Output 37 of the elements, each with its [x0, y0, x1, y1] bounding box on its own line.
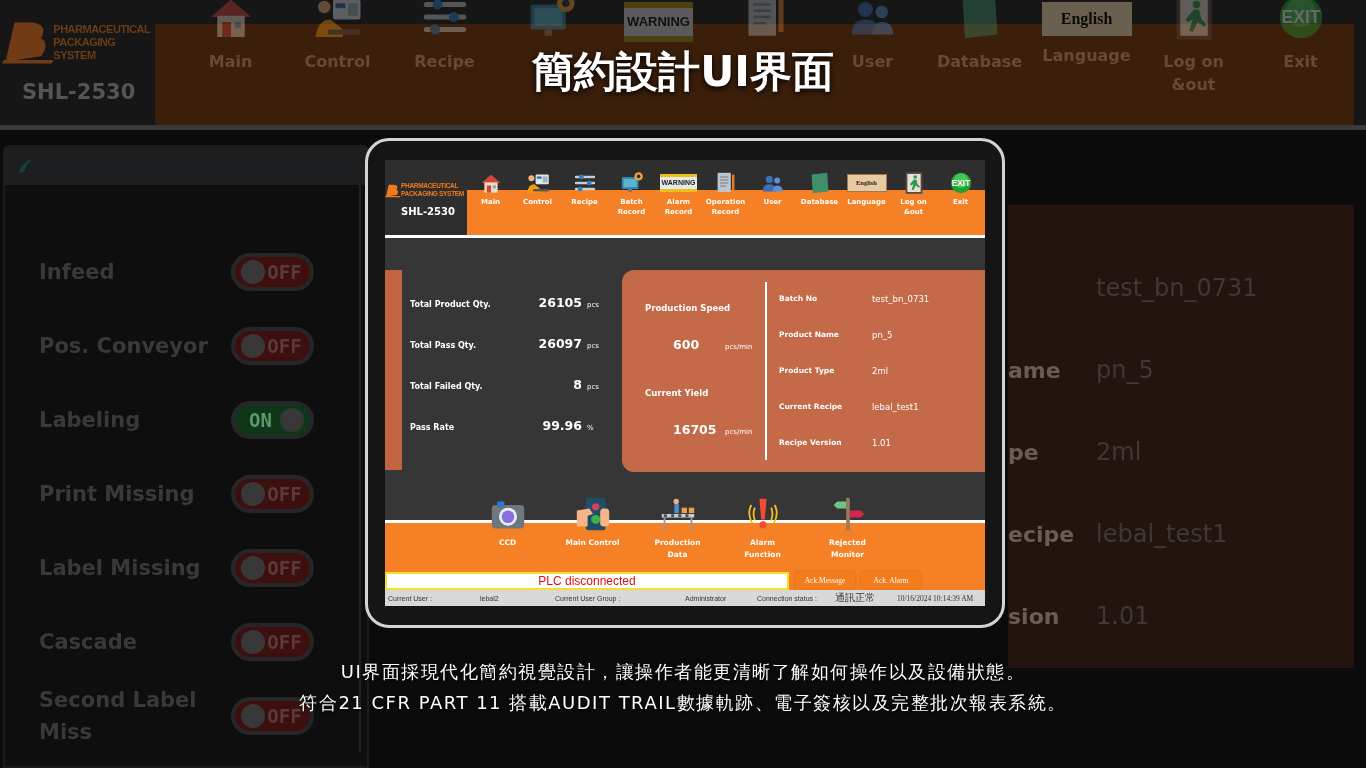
language-button[interactable]: English	[1041, 2, 1132, 36]
stat-value: 26097	[537, 336, 582, 351]
detail-value: 2ml	[872, 366, 889, 378]
model-name: SHL-2530	[401, 206, 456, 217]
detail-value: 1.01	[872, 438, 891, 450]
detail-value: pn_5	[872, 330, 893, 342]
info-label: sion	[1008, 603, 1061, 629]
stat-value: 8	[572, 377, 582, 392]
stat-label: Pass Rate	[410, 423, 456, 432]
stat-value: 99.96	[541, 418, 582, 433]
info-label: ecipe	[1008, 521, 1076, 547]
info-label: pe	[1008, 439, 1040, 465]
rate-label: Current Yield	[645, 388, 709, 398]
status-value: 通訊正常	[835, 591, 876, 605]
caption-text: UI界面採現代化簡約視覺設計，讓操作者能更清晰了解如何操作以及設備狀態。	[340, 660, 1026, 684]
info-label: ame	[1008, 357, 1062, 383]
brand-text: PHARMACEUTICAL PACKAGING SYSTEM	[53, 23, 152, 63]
logo-icon	[385, 183, 401, 199]
detail-value: lebal_test1	[872, 402, 919, 414]
warning-sign-icon: WARNING	[624, 2, 693, 42]
monitor-gear-icon	[619, 171, 644, 195]
rate-value: 16705	[673, 422, 718, 437]
hand-traffic-light-icon	[574, 496, 611, 532]
conveyor-worker-icon	[659, 496, 696, 532]
detail-value: test_bn_0731	[872, 294, 930, 306]
page-title: 簡約設計UI界面	[532, 46, 834, 98]
leaf-icon	[17, 157, 35, 175]
rate-label: Production Speed	[645, 303, 731, 313]
stat-label: Total Pass Qty.	[410, 341, 478, 350]
exit-button-icon: EXIT	[948, 171, 973, 195]
toggle-switch[interactable]: ON	[231, 401, 314, 439]
stat-value: 26105	[537, 295, 582, 310]
stat-label: Total Product Qty.	[410, 300, 492, 309]
model-name: SHL-2530	[22, 80, 137, 104]
message-field: PLC disconnected	[385, 571, 789, 590]
rate-value: 600	[673, 337, 701, 352]
stat-label: Total Failed Qty.	[410, 382, 484, 391]
